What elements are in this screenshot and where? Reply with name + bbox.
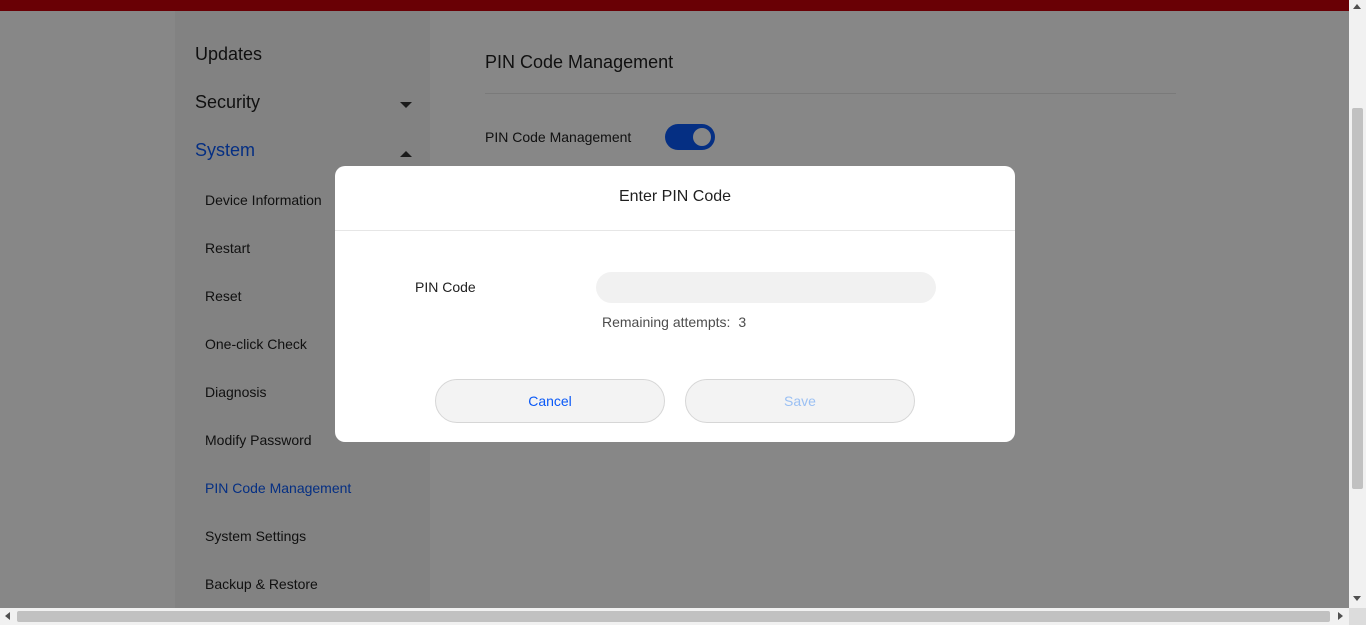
horizontal-scrollbar-thumb[interactable] [17, 611, 1330, 622]
dialog-title: Enter PIN Code [618, 188, 732, 205]
remaining-attempts-label: Remaining attempts: [602, 314, 731, 330]
pin-code-label: PIN Code [415, 279, 476, 295]
scroll-right-arrow-icon[interactable] [1338, 612, 1343, 620]
pin-code-input[interactable] [596, 272, 936, 303]
scrollbar-corner [1349, 608, 1366, 625]
scroll-down-arrow-icon[interactable] [1353, 596, 1361, 601]
scroll-left-arrow-icon[interactable] [5, 612, 10, 620]
remaining-attempts: Remaining attempts: 3 [602, 314, 746, 330]
cancel-button[interactable]: Cancel [435, 379, 665, 423]
enter-pin-dialog: Enter PIN Code PIN Code Remaining attemp… [335, 166, 1015, 442]
vertical-scrollbar[interactable] [1349, 0, 1366, 608]
scroll-up-arrow-icon[interactable] [1353, 4, 1361, 9]
dialog-divider [335, 230, 1015, 231]
save-button[interactable]: Save [685, 379, 915, 423]
horizontal-scrollbar[interactable] [0, 608, 1349, 625]
vertical-scrollbar-thumb[interactable] [1352, 108, 1363, 489]
remaining-attempts-count: 3 [738, 314, 747, 330]
